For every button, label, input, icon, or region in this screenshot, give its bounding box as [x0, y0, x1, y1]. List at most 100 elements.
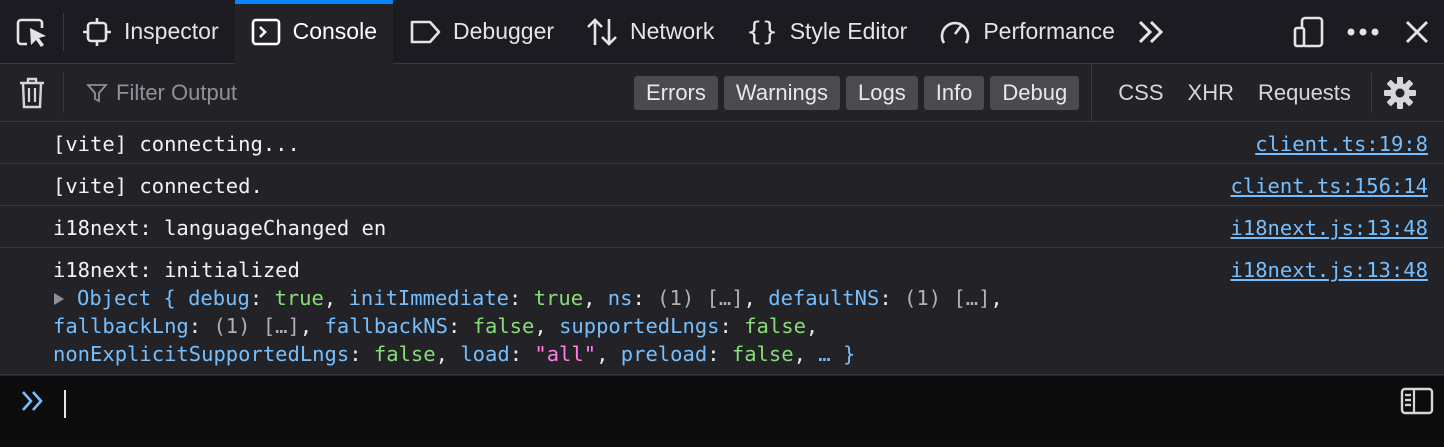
filter-logs-button[interactable]: Logs	[846, 75, 918, 110]
console-settings-button[interactable]	[1370, 72, 1416, 113]
message-source-link[interactable]: client.ts:19:8	[1255, 130, 1428, 158]
object-label: Object {	[77, 286, 189, 310]
filter-css-button[interactable]: CSS	[1106, 80, 1175, 106]
object-key: initImmediate	[348, 286, 510, 310]
filter-placeholder: Filter Output	[116, 79, 238, 105]
tab-label: Network	[630, 18, 715, 44]
object-comma: ,	[793, 342, 819, 366]
object-colon: :	[509, 342, 535, 366]
object-key: fallbackLng	[53, 314, 189, 338]
responsive-design-icon	[1293, 16, 1324, 47]
object-colon: :	[509, 286, 534, 310]
object-comma: ,	[990, 286, 1003, 310]
tab-inspector[interactable]: Inspector	[66, 0, 235, 64]
filter-info-button[interactable]: Info	[923, 75, 985, 110]
object-colon: :	[249, 286, 275, 310]
tab-label: Debugger	[453, 18, 555, 44]
log-level-filters: Errors Warnings Logs Info Debug	[634, 63, 1093, 122]
message-text: i18next: initialized	[53, 258, 300, 282]
object-comma: ,	[323, 286, 349, 310]
trash-icon	[19, 77, 44, 108]
object-key: supportedLngs	[559, 314, 720, 338]
object-comma: ,	[805, 314, 819, 338]
message-text: [vite] connected.	[53, 174, 263, 198]
expand-triangle-icon[interactable]	[53, 292, 65, 306]
message-source-link[interactable]: client.ts:156:14	[1231, 172, 1428, 200]
object-key: load	[460, 342, 510, 366]
close-icon	[1406, 20, 1428, 43]
performance-icon	[939, 17, 971, 47]
object-comma: ,	[534, 314, 560, 338]
object-key: ns	[607, 286, 633, 310]
text-caret	[64, 390, 66, 418]
meatball-menu-icon	[1347, 28, 1379, 35]
request-type-filters: CSS XHR Requests	[1106, 64, 1363, 122]
filter-warnings-button[interactable]: Warnings	[723, 75, 840, 110]
object-summary: Object { debug: true, initImmediate: tru…	[53, 284, 1428, 368]
message-source-link[interactable]: i18next.js:13:48	[1231, 256, 1428, 284]
object-colon: :	[632, 286, 658, 310]
object-key: debug	[188, 286, 250, 310]
filter-xhr-button[interactable]: XHR	[1176, 80, 1246, 106]
object-close: … }	[818, 342, 856, 366]
tab-performance[interactable]: Performance	[923, 0, 1131, 64]
devtools-toolbar: Inspector Console Debugger Network {} St…	[0, 0, 1444, 64]
tab-console[interactable]: Console	[234, 0, 394, 64]
js-input-area[interactable]	[0, 376, 1444, 447]
style-editor-icon: {}	[746, 16, 778, 47]
object-preview[interactable]: Object { debug: true, initImmediate: tru…	[53, 284, 1428, 368]
object-value: (1) […]	[657, 286, 744, 310]
object-value: true	[533, 286, 584, 310]
clear-console-button[interactable]	[0, 72, 64, 113]
console-message: i18next: languageChanged en i18next.js:1…	[0, 206, 1444, 248]
object-colon: :	[879, 286, 905, 310]
gear-icon	[1383, 76, 1416, 109]
filter-icon	[86, 83, 108, 102]
console-icon	[251, 18, 281, 46]
object-value: false	[731, 342, 794, 366]
tab-label: Console	[292, 18, 377, 44]
object-key: fallbackNS	[324, 314, 448, 338]
object-comma: ,	[435, 342, 461, 366]
message-text: i18next: languageChanged en	[53, 216, 387, 240]
message-source-link[interactable]: i18next.js:13:48	[1231, 214, 1428, 242]
object-value: false	[472, 314, 535, 338]
input-prompt-icon	[22, 391, 43, 411]
object-colon: :	[707, 342, 732, 366]
filter-requests-button[interactable]: Requests	[1246, 80, 1363, 106]
object-value: false	[373, 342, 436, 366]
object-value: (1) […]	[904, 286, 991, 310]
object-comma: ,	[583, 286, 608, 310]
tab-debugger[interactable]: Debugger	[393, 0, 570, 64]
console-message: [vite] connected. client.ts:156:14	[0, 164, 1444, 206]
close-devtools-button[interactable]	[1390, 0, 1444, 64]
overflow-menu-button[interactable]	[1336, 0, 1390, 64]
object-value: (1) […]	[213, 314, 300, 338]
element-picker-icon	[16, 18, 46, 47]
filter-output-input[interactable]: Filter Output	[86, 73, 606, 113]
console-filter-bar: Filter Output Errors Warnings Logs Info …	[0, 63, 1444, 122]
filter-errors-button[interactable]: Errors	[634, 75, 718, 110]
object-colon: :	[188, 314, 214, 338]
filter-debug-button[interactable]: Debug	[990, 75, 1080, 110]
more-tools-button[interactable]	[1131, 0, 1171, 64]
inspector-icon	[82, 17, 112, 47]
element-picker-button[interactable]	[0, 12, 64, 51]
responsive-design-button[interactable]	[1282, 0, 1336, 64]
object-value: false	[744, 314, 806, 338]
object-colon: :	[349, 342, 374, 366]
tab-label: Inspector	[124, 18, 219, 44]
object-colon: :	[719, 314, 745, 338]
object-colon: :	[447, 314, 473, 338]
object-comma: ,	[596, 342, 621, 366]
console-message: i18next: initialized i18next.js:13:48 Ob…	[0, 248, 1444, 375]
object-value: true	[274, 286, 324, 310]
tab-network[interactable]: Network	[570, 0, 730, 64]
editor-mode-toggle-icon[interactable]	[1400, 386, 1434, 416]
object-comma: ,	[299, 314, 325, 338]
message-text: [vite] connecting...	[53, 132, 300, 156]
network-icon	[586, 17, 618, 47]
console-output: [vite] connecting... client.ts:19:8 [vit…	[0, 122, 1444, 375]
object-comma: ,	[743, 286, 769, 310]
tab-style-editor[interactable]: {} Style Editor	[730, 0, 923, 64]
